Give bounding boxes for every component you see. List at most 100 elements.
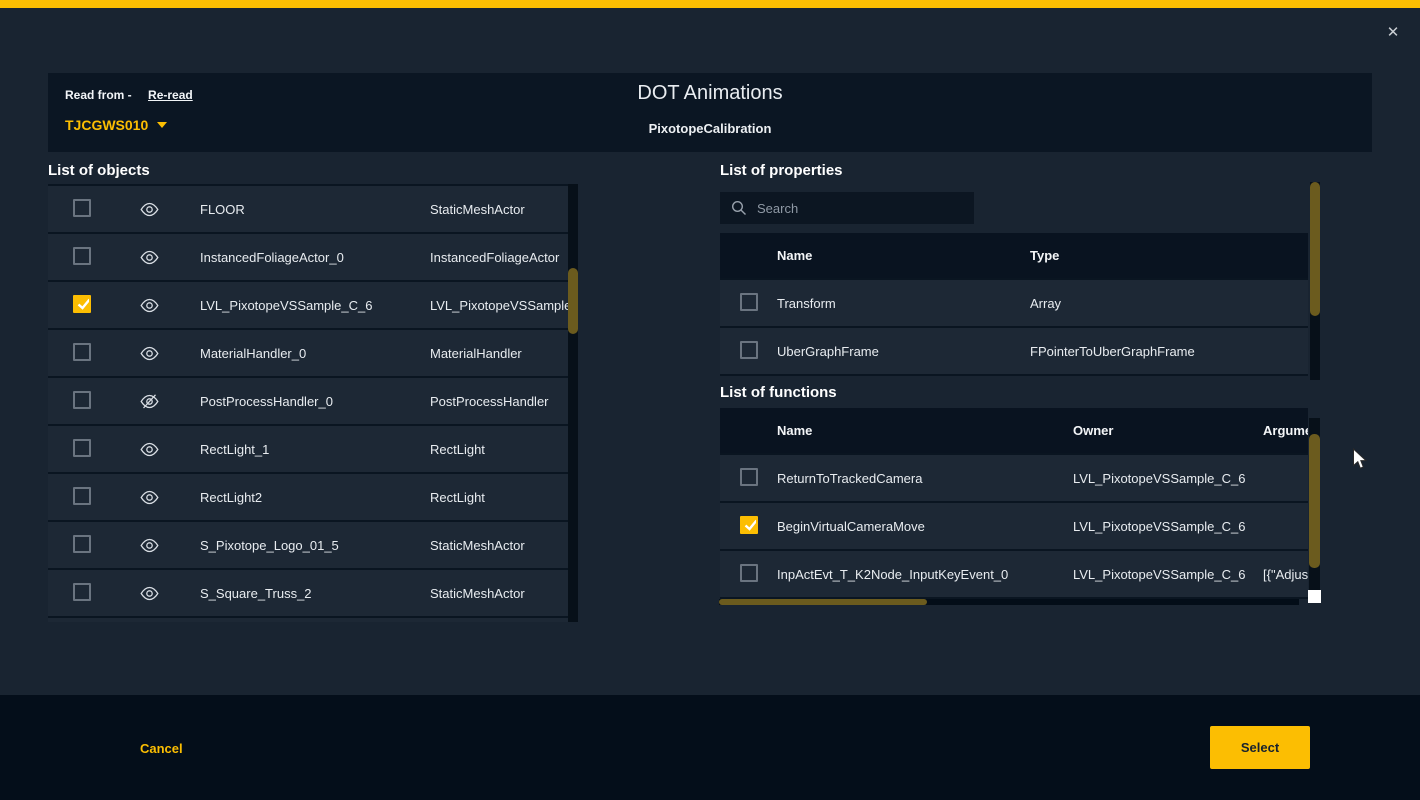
top-accent-bar (0, 0, 1420, 8)
column-header-arguments: Arguments (1263, 423, 1308, 438)
row-checkbox[interactable] (73, 199, 91, 217)
property-name: UberGraphFrame (777, 344, 1030, 359)
object-type: RectLight (430, 442, 568, 457)
function-owner: LVL_PixotopeVSSample_C_6 (1073, 519, 1263, 534)
search-icon (731, 200, 747, 216)
objects-heading: List of objects (48, 162, 150, 179)
object-row[interactable]: RectLight_1 RectLight (48, 426, 568, 472)
object-name: LVL_PixotopeVSSample_C_6 (200, 298, 430, 313)
property-type: FPointerToUberGraphFrame (1030, 344, 1308, 359)
function-owner: LVL_PixotopeVSSample_C_6 (1073, 471, 1263, 486)
functions-table: Name Owner Arguments ReturnToTrackedCame… (720, 408, 1308, 599)
properties-search[interactable] (720, 192, 974, 224)
eye-icon[interactable] (140, 250, 200, 265)
function-name: BeginVirtualCameraMove (777, 519, 1073, 534)
property-name: Transform (777, 296, 1030, 311)
object-type: LVL_PixotopeVSSample_C_6 (430, 298, 568, 313)
object-name: InstancedFoliageActor_0 (200, 250, 430, 265)
object-row[interactable]: RectLight2 RectLight (48, 474, 568, 520)
functions-horizontal-scrollbar-thumb[interactable] (719, 599, 927, 605)
function-row[interactable]: BeginVirtualCameraMove LVL_PixotopeVSSam… (720, 503, 1308, 549)
object-name: RectLight2 (200, 490, 430, 505)
row-checkbox[interactable] (740, 341, 758, 359)
close-icon[interactable]: ✕ (1382, 22, 1404, 44)
function-row[interactable]: InpActEvt_T_K2Node_InputKeyEvent_0 LVL_P… (720, 551, 1308, 597)
dialog-header: Read from - Re-read TJCGWS010 DOT Animat… (48, 73, 1372, 152)
page-title: DOT Animations (48, 82, 1372, 105)
row-checkbox[interactable] (740, 293, 758, 311)
row-checkbox[interactable] (73, 295, 91, 313)
properties-table: Name Type Transform Array UberGraphFrame… (720, 233, 1308, 376)
eye-icon[interactable] (140, 202, 200, 217)
properties-scrollbar[interactable] (1310, 182, 1320, 380)
row-checkbox[interactable] (73, 343, 91, 361)
function-name: InpActEvt_T_K2Node_InputKeyEvent_0 (777, 567, 1073, 582)
function-row[interactable]: ReturnToTrackedCamera LVL_PixotopeVSSamp… (720, 455, 1308, 501)
search-input[interactable] (757, 201, 947, 216)
eye-icon[interactable] (140, 346, 200, 361)
function-arguments: [{"Adjus (1263, 567, 1308, 582)
object-row[interactable]: FLOOR StaticMeshActor (48, 186, 568, 232)
functions-table-header: Name Owner Arguments (720, 408, 1308, 453)
functions-scrollbar-thumb[interactable] (1309, 434, 1320, 568)
row-checkbox[interactable] (73, 439, 91, 457)
row-checkbox[interactable] (73, 487, 91, 505)
select-button[interactable]: Select (1210, 726, 1310, 769)
row-checkbox[interactable] (740, 516, 758, 534)
properties-scrollbar-thumb[interactable] (1310, 182, 1320, 316)
functions-scrollbar[interactable] (1309, 418, 1320, 602)
page-subtitle: PixotopeCalibration (48, 121, 1372, 136)
functions-horizontal-scrollbar[interactable] (719, 599, 1299, 605)
function-name: ReturnToTrackedCamera (777, 471, 1073, 486)
object-row[interactable]: MaterialHandler_0 MaterialHandler (48, 330, 568, 376)
eye-icon[interactable] (140, 538, 200, 553)
row-checkbox[interactable] (73, 391, 91, 409)
objects-scrollbar[interactable] (568, 184, 578, 622)
property-row[interactable]: UberGraphFrame FPointerToUberGraphFrame (720, 328, 1308, 374)
row-checkbox[interactable] (73, 247, 91, 265)
column-header-name: Name (777, 248, 1030, 263)
cancel-button[interactable]: Cancel (140, 741, 183, 756)
object-type: StaticMeshActor (430, 586, 568, 601)
scrollbar-corner (1308, 590, 1321, 603)
property-type: Array (1030, 296, 1308, 311)
object-type: RectLight (430, 490, 568, 505)
properties-table-header: Name Type (720, 233, 1308, 278)
object-row[interactable]: S_Pixotope_Logo_01_5 StaticMeshActor (48, 522, 568, 568)
eye-icon[interactable] (140, 298, 200, 313)
dot-animations-dialog: { "colors": { "accent": "#FCBE02", "scro… (0, 0, 1420, 800)
function-owner: LVL_PixotopeVSSample_C_6 (1073, 567, 1263, 582)
row-checkbox[interactable] (740, 468, 758, 486)
object-row[interactable]: PostProcessHandler_0 PostProcessHandler (48, 378, 568, 424)
object-name: PostProcessHandler_0 (200, 394, 430, 409)
functions-heading: List of functions (720, 384, 837, 401)
object-name: S_Square_Truss_2 (200, 586, 430, 601)
object-name: RectLight_1 (200, 442, 430, 457)
column-header-name: Name (777, 423, 1073, 438)
row-checkbox[interactable] (740, 564, 758, 582)
eye-icon[interactable] (140, 490, 200, 505)
object-type: MaterialHandler (430, 346, 568, 361)
object-row[interactable]: LVL_PixotopeVSSample_C_6 LVL_PixotopeVSS… (48, 282, 568, 328)
object-type: InstancedFoliageActor (430, 250, 568, 265)
row-checkbox[interactable] (73, 583, 91, 601)
object-type: PostProcessHandler (430, 394, 568, 409)
object-type: StaticMeshActor (430, 538, 568, 553)
mouse-cursor (1352, 448, 1367, 471)
column-header-owner: Owner (1073, 423, 1263, 438)
eye-icon[interactable] (140, 442, 200, 457)
eye-off-icon[interactable] (140, 394, 200, 409)
object-row-partial (48, 618, 568, 622)
column-header-type: Type (1030, 248, 1308, 263)
dialog-footer: Cancel Select (0, 695, 1420, 800)
object-name: MaterialHandler_0 (200, 346, 430, 361)
eye-icon[interactable] (140, 586, 200, 601)
object-name: S_Pixotope_Logo_01_5 (200, 538, 430, 553)
object-name: FLOOR (200, 202, 430, 217)
objects-scrollbar-thumb[interactable] (568, 268, 578, 334)
property-row[interactable]: Transform Array (720, 280, 1308, 326)
objects-table: FLOOR StaticMeshActor InstancedFoliageAc… (48, 184, 578, 622)
object-row[interactable]: InstancedFoliageActor_0 InstancedFoliage… (48, 234, 568, 280)
object-row[interactable]: S_Square_Truss_2 StaticMeshActor (48, 570, 568, 616)
row-checkbox[interactable] (73, 535, 91, 553)
